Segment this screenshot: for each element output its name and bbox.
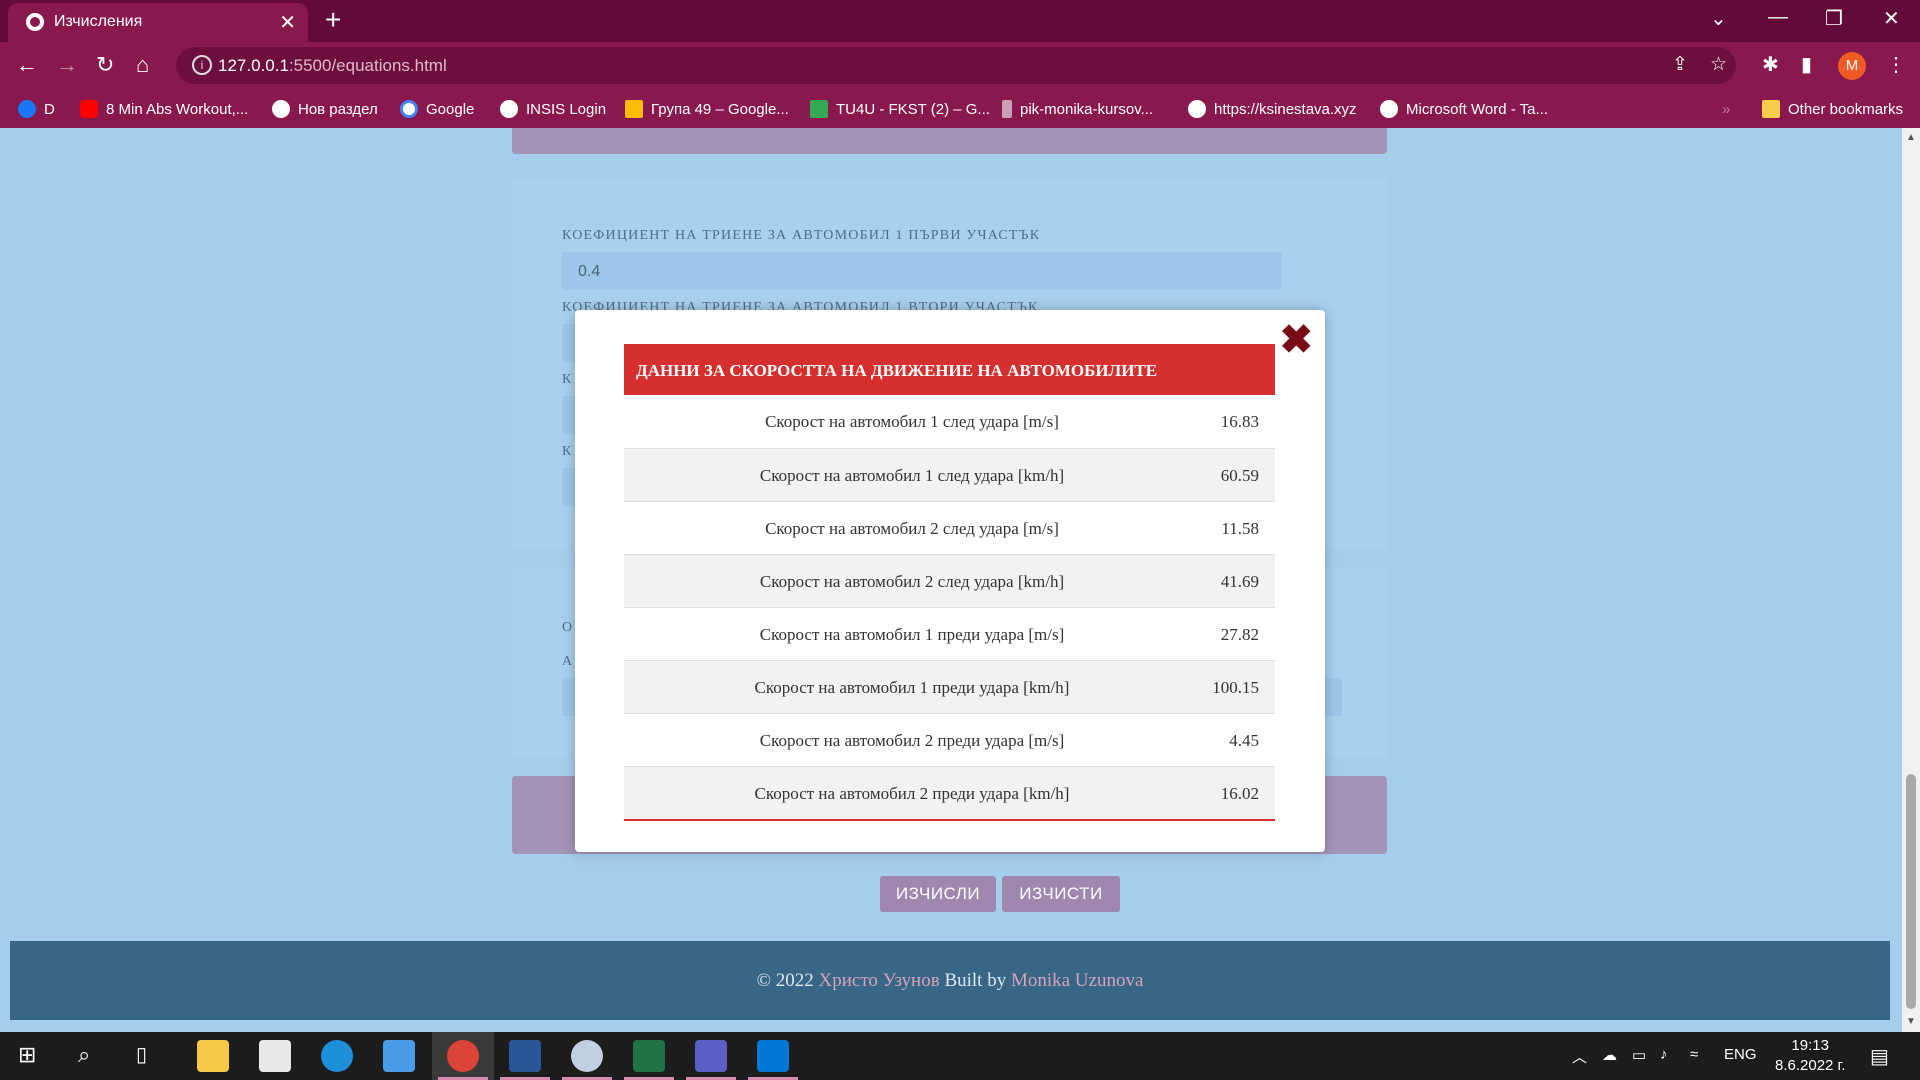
tab-search-icon[interactable]: ⌄ xyxy=(1710,6,1727,31)
forward-icon[interactable]: → xyxy=(56,52,78,78)
bookmark-item[interactable]: TU4U - FKST (2) – G... xyxy=(810,96,990,122)
tab-title: Изчисления xyxy=(54,13,143,30)
bookmark-item[interactable]: INSIS Login xyxy=(500,96,606,122)
youtube-icon xyxy=(80,100,98,118)
tab-close-icon[interactable]: ✕ xyxy=(279,10,296,35)
url-text: 127.0.0.1:5500/equations.html xyxy=(218,56,447,75)
browser-toolbar: ← → ↻ ⌂ i 127.0.0.1:5500/equations.html … xyxy=(0,42,1920,90)
table-row: Скорост на автомобил 2 след удара [km/h]… xyxy=(624,554,1275,607)
folder-icon xyxy=(1762,100,1780,118)
new-tab-icon[interactable]: + xyxy=(325,4,341,36)
bookmark-item[interactable]: Нов раздел xyxy=(272,96,378,122)
bookmark-item[interactable]: Google xyxy=(400,96,474,122)
battery-icon[interactable]: ▭ xyxy=(1632,1046,1646,1064)
results-table: ДАННИ ЗА СКОРОСТТА НА ДВИЖЕНИЕ НА АВТОМО… xyxy=(624,344,1275,821)
bookmarks-overflow-icon[interactable]: » xyxy=(1722,96,1730,122)
file-explorer-icon[interactable] xyxy=(197,1040,229,1072)
bookmark-item[interactable]: pik-monika-kursov... xyxy=(1002,96,1153,122)
globe-icon xyxy=(272,100,290,118)
paint-icon[interactable] xyxy=(571,1040,603,1072)
excel-icon[interactable] xyxy=(633,1040,665,1072)
bookmark-item[interactable]: https://ksinestava.xyz xyxy=(1188,96,1357,122)
scroll-up-icon[interactable]: ▲ xyxy=(1906,132,1916,143)
table-row: Скорост на автомобил 2 преди удара [km/h… xyxy=(624,766,1275,819)
menu-icon[interactable]: ⋮ xyxy=(1886,52,1906,77)
volume-icon[interactable]: ♪ xyxy=(1660,1046,1668,1063)
search-icon[interactable]: ⌕ xyxy=(78,1042,90,1068)
reload-icon[interactable]: ↻ xyxy=(96,52,114,78)
table-row: Скорост на автомобил 1 преди удара [km/h… xyxy=(624,660,1275,713)
store-icon[interactable] xyxy=(259,1040,291,1072)
facebook-icon xyxy=(18,100,36,118)
close-icon[interactable]: ✖ xyxy=(1279,320,1313,360)
table-row: Скорост на автомобил 1 преди удара [m/s]… xyxy=(624,607,1275,660)
show-hidden-icons-icon[interactable]: ︿ xyxy=(1572,1046,1587,1067)
site-info-icon[interactable]: i xyxy=(192,55,212,75)
task-view-icon[interactable]: ▯ xyxy=(136,1042,147,1067)
edge-icon[interactable] xyxy=(321,1040,353,1072)
clock[interactable]: 19:13 8.6.2022 г. xyxy=(1775,1036,1845,1076)
language-indicator[interactable]: ENG xyxy=(1724,1046,1757,1063)
onedrive-icon[interactable]: ☁ xyxy=(1602,1046,1617,1064)
tab-strip: Изчисления ✕ + ⌄ — ❐ ✕ xyxy=(0,0,1920,42)
other-bookmarks[interactable]: Other bookmarks xyxy=(1762,96,1903,122)
chrome-icon[interactable] xyxy=(447,1040,479,1072)
vscode-icon[interactable] xyxy=(757,1040,789,1072)
globe-icon xyxy=(500,100,518,118)
address-bar[interactable]: i 127.0.0.1:5500/equations.html ⇪ ☆ xyxy=(176,47,1736,84)
windows-start-icon[interactable]: ⊞ xyxy=(18,1042,36,1068)
mail-icon[interactable] xyxy=(383,1040,415,1072)
page-scrollbar[interactable]: ▲ ▼ xyxy=(1902,128,1920,1032)
home-icon[interactable]: ⌂ xyxy=(136,52,149,78)
wifi-icon[interactable]: ≈ xyxy=(1690,1046,1698,1063)
table-row: Скорост на автомобил 1 след удара [km/h]… xyxy=(624,448,1275,501)
side-panel-icon[interactable]: ▮ xyxy=(1801,52,1812,77)
windows-taskbar: ⊞ ⌕ ▯ ︿ ☁ ▭ ♪ ≈ ENG 19:13 8.6.2022 г. ▤ xyxy=(0,1032,1920,1080)
google-drive-icon xyxy=(810,100,828,118)
document-icon xyxy=(1002,100,1012,118)
back-icon[interactable]: ← xyxy=(16,52,38,78)
bookmarks-bar: D 8 Min Abs Workout,... Нов раздел Googl… xyxy=(0,90,1920,128)
globe-icon xyxy=(1188,100,1206,118)
table-row: Скорост на автомобил 2 преди удара [m/s]… xyxy=(624,713,1275,766)
notifications-icon[interactable]: ▤ xyxy=(1870,1044,1889,1069)
restore-icon[interactable]: ❐ xyxy=(1825,6,1843,31)
window-close-icon[interactable]: ✕ xyxy=(1883,6,1900,31)
results-modal: ✖ ДАННИ ЗА СКОРОСТТА НА ДВИЖЕНИЕ НА АВТО… xyxy=(575,310,1325,852)
bookmark-item[interactable]: 8 Min Abs Workout,... xyxy=(80,96,248,122)
scroll-down-icon[interactable]: ▼ xyxy=(1906,1016,1916,1027)
scrollbar-thumb[interactable] xyxy=(1906,774,1916,1009)
globe-icon xyxy=(1380,100,1398,118)
globe-icon xyxy=(26,13,44,31)
page-content: КОЕФИЦИЕНТ НА ТРИЕНЕ ЗА АВТОМОБИЛ 1 ПЪРВ… xyxy=(0,128,1902,1032)
bookmark-item[interactable]: D xyxy=(18,96,55,122)
minimize-icon[interactable]: — xyxy=(1768,6,1788,29)
table-row: Скорост на автомобил 1 след удара [m/s] 1… xyxy=(765,412,1259,431)
results-heading: ДАННИ ЗА СКОРОСТТА НА ДВИЖЕНИЕ НА АВТОМО… xyxy=(624,344,1275,395)
google-drive-icon xyxy=(625,100,643,118)
profile-avatar[interactable]: M xyxy=(1838,52,1866,80)
bookmark-star-icon[interactable]: ☆ xyxy=(1710,53,1727,76)
browser-tab[interactable]: Изчисления ✕ xyxy=(8,3,308,42)
table-row: Скорост на автомобил 2 след удара [m/s] 1… xyxy=(624,501,1275,554)
share-icon[interactable]: ⇪ xyxy=(1672,53,1688,76)
word-icon[interactable] xyxy=(509,1040,541,1072)
teams-icon[interactable] xyxy=(695,1040,727,1072)
extensions-icon[interactable]: ✱ xyxy=(1762,52,1779,77)
bookmark-item[interactable]: Microsoft Word - Ta... xyxy=(1380,96,1548,122)
bookmark-item[interactable]: Група 49 – Google... xyxy=(625,96,789,122)
modal-overlay: ✖ ДАННИ ЗА СКОРОСТТА НА ДВИЖЕНИЕ НА АВТО… xyxy=(0,128,1902,1032)
google-icon xyxy=(400,100,418,118)
